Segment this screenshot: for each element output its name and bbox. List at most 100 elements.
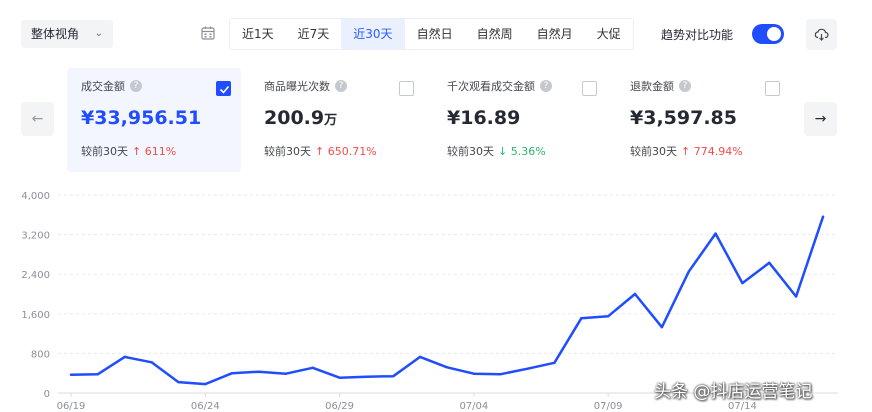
x-tick-label: 07/09	[594, 401, 623, 412]
metric-value: ¥33,956.51	[81, 107, 227, 129]
calendar-icon[interactable]	[201, 26, 215, 40]
data-point	[445, 366, 449, 369]
data-point	[714, 232, 717, 235]
data-point	[150, 361, 153, 364]
metric-title-text: 千次观看成交金额	[447, 80, 535, 93]
x-tick-label: 07/04	[459, 401, 488, 412]
compare-label: 较前30天	[447, 145, 494, 158]
metric-checkbox[interactable]	[399, 81, 414, 96]
metric-compare: 较前30天 ↓ 5.36%	[447, 143, 593, 159]
metric-card-refund[interactable]: 退款金额 ? ¥3,597.85 较前30天 ↑ 774.94%	[616, 68, 790, 172]
metric-checkbox[interactable]	[216, 81, 231, 96]
view-select-label: 整体视角	[31, 27, 80, 41]
arrow-left-icon: ←	[31, 111, 44, 127]
metric-value: 200.9万	[264, 107, 410, 129]
change-value: 774.94%	[693, 145, 743, 158]
metric-value-text: ¥16.89	[447, 107, 521, 129]
data-point	[418, 355, 422, 359]
help-icon[interactable]: ?	[679, 80, 691, 92]
metric-compare: 较前30天 ↑ 650.71%	[264, 143, 410, 159]
tab-1-day[interactable]: 近1天	[230, 19, 286, 49]
toggle-knob	[767, 27, 781, 41]
toolbar: 整体视角 ⌄ 近1天 近7天 近30天 自然日 自然周 自然月 大促 趋势对比功…	[0, 0, 872, 60]
metric-card-gpm[interactable]: 千次观看成交金额 ? ¥16.89 较前30天 ↓ 5.36%	[433, 68, 607, 172]
x-tick-label: 06/19	[57, 401, 86, 412]
data-point	[69, 373, 73, 376]
arrow-up-icon: ↑	[132, 145, 142, 158]
help-icon[interactable]: ?	[335, 80, 347, 92]
change-value: 650.71%	[327, 145, 377, 158]
x-tick-label: 06/29	[325, 401, 354, 412]
dashboard: 整体视角 ⌄ 近1天 近7天 近30天 自然日 自然周 自然月 大促 趋势对比功…	[0, 0, 872, 412]
tab-30-days[interactable]: 近30天	[341, 19, 405, 49]
data-point	[768, 261, 771, 265]
data-point	[96, 372, 100, 376]
help-icon[interactable]: ?	[540, 80, 552, 92]
data-point	[472, 372, 476, 375]
arrow-right-icon: →	[814, 111, 827, 127]
arrow-up-icon: ↑	[681, 145, 691, 158]
metric-title-text: 成交金额	[81, 80, 125, 93]
metric-checkbox[interactable]	[765, 81, 780, 96]
prev-button[interactable]: ←	[21, 102, 54, 136]
change-up: ↑ 774.94%	[681, 145, 743, 158]
metric-compare: 较前30天 ↑ 774.94%	[630, 143, 776, 159]
metric-card-exposure[interactable]: 商品曝光次数 ? 200.9万 较前30天 ↑ 650.71%	[250, 68, 424, 172]
metric-title: 退款金额 ?	[630, 78, 776, 94]
tab-natural-day[interactable]: 自然日	[405, 19, 465, 49]
data-point	[177, 380, 180, 384]
metric-value-text: 200.9	[264, 107, 325, 129]
metric-title-text: 退款金额	[630, 80, 674, 93]
change-value: 5.36%	[510, 145, 546, 158]
metric-title: 千次观看成交金额 ?	[447, 78, 593, 94]
metric-card-gmv[interactable]: 成交金额 ? ¥33,956.51 较前30天 ↑ 611%	[67, 68, 241, 172]
metric-checkbox[interactable]	[582, 81, 597, 96]
data-point	[392, 374, 395, 378]
data-point	[204, 382, 207, 386]
change-value: 611%	[144, 145, 177, 158]
tab-natural-month[interactable]: 自然月	[525, 19, 585, 49]
view-select[interactable]: 整体视角 ⌄	[21, 20, 113, 48]
metric-title: 商品曝光次数 ?	[264, 78, 410, 94]
data-point	[633, 292, 637, 296]
data-point	[606, 315, 610, 318]
metric-value-text: ¥33,956.51	[81, 107, 202, 129]
date-range-tabs: 近1天 近7天 近30天 自然日 自然周 自然月 大促	[229, 18, 634, 50]
change-up: ↑ 611%	[132, 145, 176, 158]
help-icon[interactable]: ?	[130, 80, 142, 92]
check-icon	[219, 85, 230, 94]
trend-compare-toggle[interactable]	[752, 24, 784, 44]
download-icon	[814, 28, 829, 41]
data-point	[230, 372, 234, 375]
series-line	[69, 215, 825, 386]
metric-compare: 较前30天 ↑ 611%	[81, 143, 227, 159]
download-button[interactable]	[806, 19, 837, 50]
x-tick-label: 07/14	[728, 401, 757, 412]
compare-label: 较前30天	[264, 145, 311, 158]
change-up: ↑ 650.71%	[315, 145, 377, 158]
data-point	[580, 317, 583, 320]
tab-natural-week[interactable]: 自然周	[465, 19, 525, 49]
data-point	[553, 361, 556, 365]
data-point	[660, 325, 664, 329]
y-tick-label: 1,600	[21, 310, 50, 321]
metric-unit: 万	[324, 113, 338, 128]
trend-compare-label: 趋势对比功能	[661, 28, 734, 42]
data-point	[499, 372, 502, 376]
tab-7-days[interactable]: 近7天	[286, 19, 342, 49]
data-point	[526, 367, 529, 370]
chevron-down-icon: ⌄	[94, 28, 103, 39]
data-point	[311, 366, 314, 369]
watermark-text: 头条 @抖店运营笔记	[654, 382, 813, 402]
compare-label: 较前30天	[81, 145, 128, 158]
y-tick-label: 3,200	[21, 231, 50, 242]
data-point	[123, 355, 126, 359]
tab-promotion[interactable]: 大促	[585, 19, 633, 49]
x-tick-label: 06/24	[191, 401, 220, 412]
data-point	[257, 370, 261, 373]
data-point	[338, 376, 341, 379]
y-tick-label: 4,000	[21, 191, 50, 202]
data-point	[741, 281, 744, 285]
next-button[interactable]: →	[804, 102, 837, 136]
data-point	[365, 375, 368, 378]
